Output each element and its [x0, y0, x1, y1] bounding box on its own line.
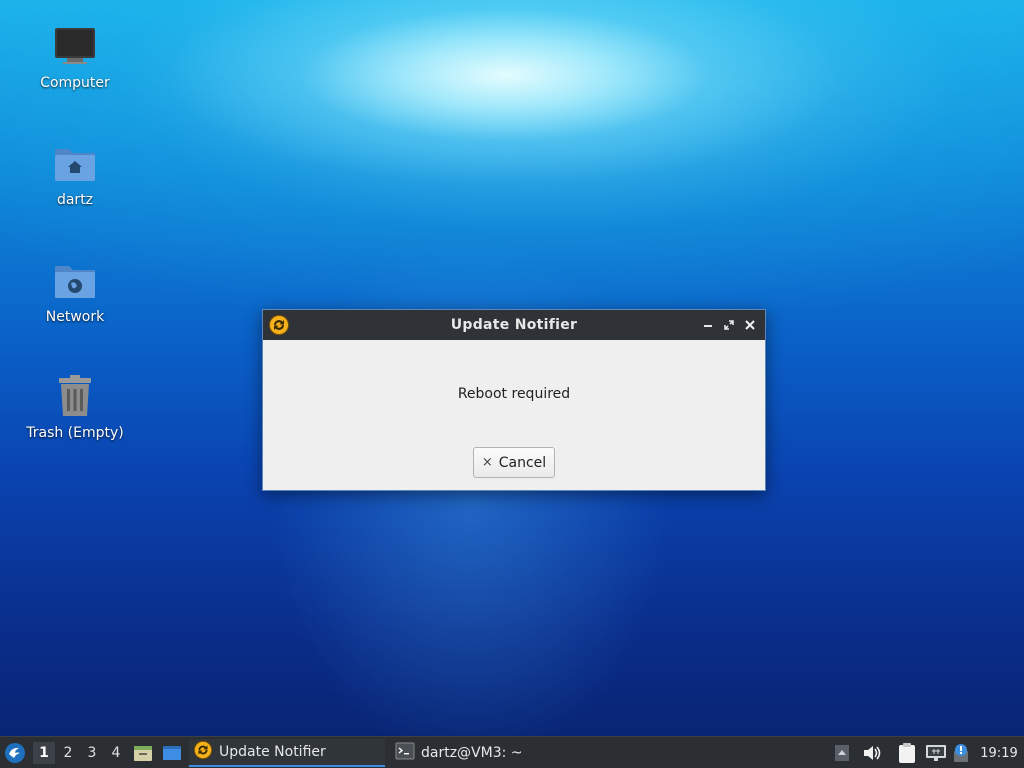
close-icon[interactable]: [741, 316, 759, 334]
start-menu-icon[interactable]: [4, 737, 28, 768]
cancel-button[interactable]: × Cancel: [473, 447, 555, 478]
workspace-2[interactable]: 2: [57, 742, 79, 764]
trash-icon: [51, 372, 99, 420]
cancel-icon: ×: [481, 455, 493, 470]
task-label: Update Notifier: [219, 744, 326, 760]
taskbar: 1 2 3 4 Update Notifier dartz@VM3: ~ 19:…: [0, 736, 1024, 768]
workspace-4[interactable]: 4: [105, 742, 127, 764]
desktop-icon-label: Network: [45, 309, 105, 325]
clock[interactable]: 19:19: [978, 737, 1020, 768]
tray-expand-icon[interactable]: [834, 737, 854, 768]
update-available-icon[interactable]: [952, 737, 972, 768]
maximize-icon[interactable]: [720, 316, 738, 334]
update-notifier-icon: [268, 314, 290, 336]
desktop-icon-network[interactable]: Network: [20, 256, 130, 325]
desktop-icon-home-folder[interactable]: dartz: [20, 139, 130, 208]
network-folder-icon: [51, 256, 99, 304]
dialog-titlebar[interactable]: Update Notifier: [263, 310, 765, 340]
desktop-icon-label: Trash (Empty): [26, 425, 124, 441]
desktop-icon-trash[interactable]: Trash (Empty): [20, 372, 130, 441]
task-label: dartz@VM3: ~: [421, 745, 523, 761]
volume-icon[interactable]: [862, 737, 884, 768]
computer-icon: [51, 22, 99, 70]
update-notifier-icon: [193, 740, 213, 764]
dialog-title: Update Notifier: [450, 317, 578, 333]
terminal-icon: [395, 741, 415, 765]
file-manager-launcher-icon[interactable]: [133, 737, 155, 768]
update-notifier-dialog: Update Notifier Reboot required × Cancel: [262, 309, 766, 491]
network-status-icon[interactable]: [925, 737, 949, 768]
home-folder-icon: [51, 139, 99, 187]
workspace-3[interactable]: 3: [81, 742, 103, 764]
show-desktop-icon[interactable]: [162, 737, 184, 768]
dialog-message: Reboot required: [457, 386, 571, 402]
desktop-icon-computer[interactable]: Computer: [20, 22, 130, 91]
task-update-notifier[interactable]: Update Notifier: [189, 739, 385, 767]
clipboard-icon[interactable]: [898, 737, 920, 768]
workspace-1[interactable]: 1: [33, 742, 55, 764]
minimize-icon[interactable]: [699, 316, 717, 334]
desktop-icon-label: dartz: [56, 192, 94, 208]
cancel-button-label: Cancel: [498, 454, 547, 471]
task-terminal[interactable]: dartz@VM3: ~: [391, 739, 587, 767]
desktop-icon-label: Computer: [40, 75, 110, 91]
